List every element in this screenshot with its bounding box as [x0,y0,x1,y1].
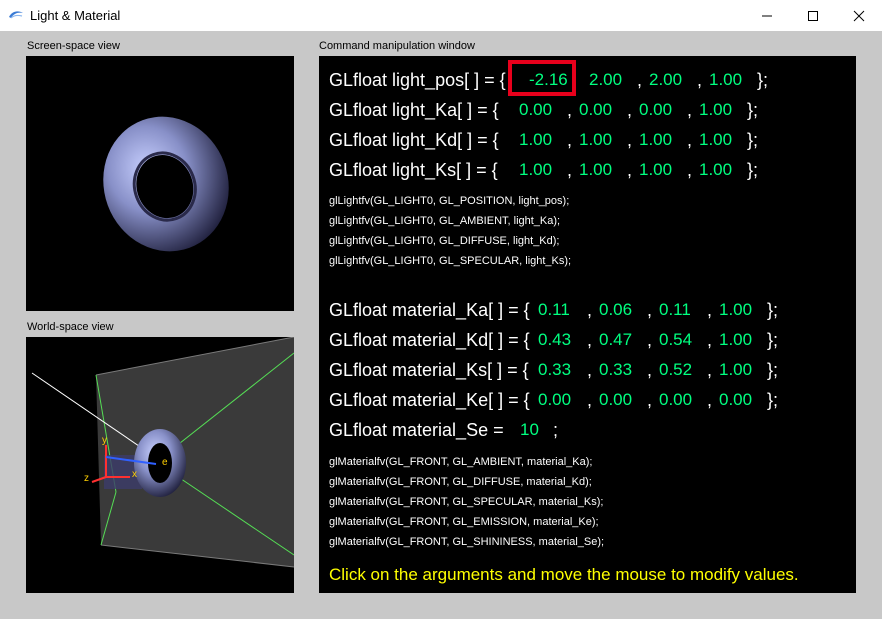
light-pos-declaration: GLfloat light_pos[ ] = { [329,70,506,90]
light-call-ambient: glLightfv(GL_LIGHT0, GL_AMBIENT, light_K… [329,215,561,227]
light-call-diffuse: glLightfv(GL_LIGHT0, GL_DIFFUSE, light_K… [329,235,560,247]
material-se-value[interactable]: 10 [520,420,539,440]
light-pos-value-3[interactable]: 1.00 [709,70,742,90]
material-ka-value-1[interactable]: 0.06 [599,300,632,320]
light-ka-value-3[interactable]: 1.00 [699,100,732,120]
screen-space-viewport[interactable] [26,56,294,311]
axis-x-label: x [132,469,137,480]
material-ke-value-0[interactable]: 0.00 [538,390,571,410]
material-call-specular: glMaterialfv(GL_FRONT, GL_SPECULAR, mate… [329,496,604,508]
material-ka-value-0[interactable]: 0.11 [538,300,570,320]
material-ks-value-1[interactable]: 0.33 [599,360,632,380]
maximize-button[interactable] [790,0,836,31]
material-ks-end: }; [767,360,779,380]
light-ka-end: }; [747,100,759,120]
material-call-ambient: glMaterialfv(GL_FRONT, GL_AMBIENT, mater… [329,456,593,468]
light-pos-end: }; [757,70,769,90]
material-kd-end: }; [767,330,779,350]
material-ks-declaration: GLfloat material_Ks[ ] = { [329,360,529,380]
screen-view-label: Screen-space view [27,40,120,52]
light-ka-value-2[interactable]: 0.00 [639,100,672,120]
light-ka-value-1[interactable]: 0.00 [579,100,612,120]
maximize-icon [808,10,818,21]
material-ka-value-3[interactable]: 1.00 [719,300,752,320]
light-ks-value-3[interactable]: 1.00 [699,160,732,180]
minimize-icon [762,15,772,16]
material-ke-end: }; [767,390,779,410]
material-ks-value-3[interactable]: 1.00 [719,360,752,380]
material-se-declaration: GLfloat material_Se = [329,420,504,440]
light-ks-end: }; [747,160,759,180]
world-view-label: World-space view [27,321,114,333]
world-scene: y z x e [31,337,294,568]
material-ka-end: }; [767,300,779,320]
close-icon [853,10,865,21]
close-button[interactable] [836,0,882,31]
light-pos-value-2[interactable]: 2.00 [649,70,682,90]
light-ks-value-1[interactable]: 1.00 [579,160,612,180]
world-space-viewport[interactable]: y z x e [26,337,294,593]
light-call-position: glLightfv(GL_LIGHT0, GL_POSITION, light_… [329,195,570,207]
light-kd-value-1[interactable]: 1.00 [579,130,612,150]
title-bar: Light & Material [0,0,882,31]
window-title: Light & Material [30,8,121,23]
material-call-emission: glMaterialfv(GL_FRONT, GL_EMISSION, mate… [329,516,599,528]
light-ks-value-0[interactable]: 1.00 [519,160,552,180]
material-kd-declaration: GLfloat material_Kd[ ] = { [329,330,530,350]
material-ks-value-2[interactable]: 0.52 [659,360,692,380]
material-ke-value-2[interactable]: 0.00 [659,390,692,410]
axis-z-label: z [84,473,89,484]
material-ke-value-1[interactable]: 0.00 [599,390,632,410]
light-ka-value-0[interactable]: 0.00 [519,100,552,120]
torus-render [103,116,229,252]
light-kd-value-2[interactable]: 1.00 [639,130,672,150]
eye-label: e [162,457,168,468]
material-kd-value-0[interactable]: 0.43 [538,330,571,350]
light-kd-value-0[interactable]: 1.00 [519,130,552,150]
material-call-shininess: glMaterialfv(GL_FRONT, GL_SHININESS, mat… [329,536,605,548]
material-ke-declaration: GLfloat material_Ke[ ] = { [329,390,530,410]
light-call-specular: glLightfv(GL_LIGHT0, GL_SPECULAR, light_… [329,255,572,267]
light-pos-value-1[interactable]: 2.00 [589,70,622,90]
selected-value-highlight [508,60,576,96]
light-ka-declaration: GLfloat light_Ka[ ] = { [329,100,499,120]
material-ka-declaration: GLfloat material_Ka[ ] = { [329,300,530,320]
minimize-button[interactable] [744,0,790,31]
material-ke-value-3[interactable]: 0.00 [719,390,752,410]
light-ks-value-2[interactable]: 1.00 [639,160,672,180]
light-kd-end: }; [747,130,759,150]
material-call-diffuse: glMaterialfv(GL_FRONT, GL_DIFFUSE, mater… [329,476,592,488]
material-kd-value-3[interactable]: 1.00 [719,330,752,350]
command-window-label: Command manipulation window [319,40,475,52]
light-kd-value-3[interactable]: 1.00 [699,130,732,150]
light-kd-declaration: GLfloat light_Kd[ ] = { [329,130,499,150]
axis-y-label: y [102,435,107,446]
material-se-end: ; [553,420,559,440]
command-manipulation-window[interactable]: GLfloat light_pos[ ] = { -2.16 2.00 , 2.… [319,56,856,593]
material-ka-value-2[interactable]: 0.11 [659,300,691,320]
material-kd-value-1[interactable]: 0.47 [599,330,632,350]
instruction-hint: Click on the arguments and move the mous… [329,565,799,584]
app-icon [9,11,23,19]
material-ks-value-0[interactable]: 0.33 [538,360,571,380]
light-ks-declaration: GLfloat light_Ks[ ] = { [329,160,498,180]
material-kd-value-2[interactable]: 0.54 [659,330,692,350]
